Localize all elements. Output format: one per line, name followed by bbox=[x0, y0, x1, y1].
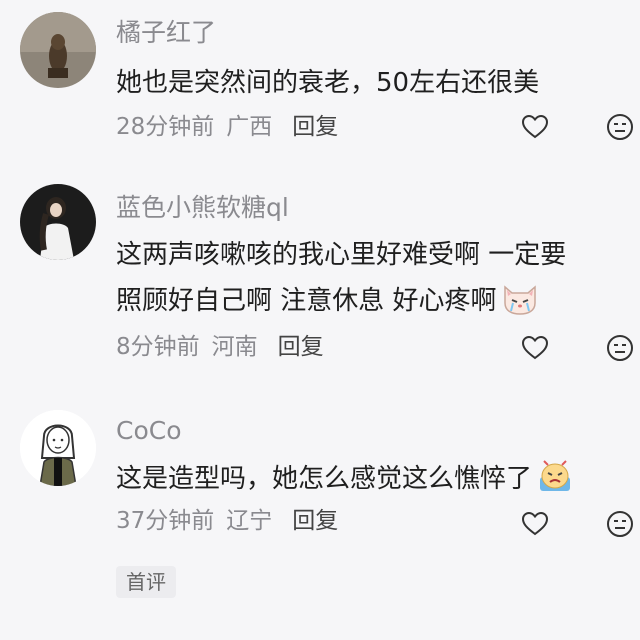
comment-text: 她也是突然间的衰老，50左右还很美 bbox=[116, 60, 616, 106]
comment-meta: 28分钟前 广西 回复 bbox=[116, 116, 350, 139]
crying-cat-emoji bbox=[503, 285, 536, 315]
heart-icon[interactable] bbox=[521, 113, 549, 141]
comment-line: 这两声咳嗽咳的我心里好难受啊 一定要 bbox=[116, 240, 567, 270]
heart-icon[interactable] bbox=[521, 334, 549, 362]
comment-line: 她也是突然间的衰老，50左右还很美 bbox=[116, 68, 540, 98]
neutral-face-icon[interactable] bbox=[606, 113, 634, 141]
comment-meta: 37分钟前 辽宁 回复 bbox=[116, 510, 350, 533]
username[interactable]: CoCo bbox=[116, 418, 182, 443]
reply-button[interactable]: 回复 bbox=[292, 114, 338, 140]
username[interactable]: 蓝色小熊软糖ql bbox=[116, 195, 289, 220]
neutral-face-icon[interactable] bbox=[606, 510, 634, 538]
comment-line-with-emoji: 照顾好自己啊 注意休息 好心疼啊 bbox=[116, 278, 616, 324]
comment-meta: 8分钟前 河南 回复 bbox=[116, 336, 336, 359]
comment-location: 辽宁 bbox=[226, 508, 273, 534]
comment-line: 这是造型吗，她怎么感觉这么憔悴了 bbox=[116, 464, 533, 494]
comment-time: 28分钟前 bbox=[116, 114, 215, 140]
comment-location: 河南 bbox=[211, 334, 258, 360]
neutral-face-icon[interactable] bbox=[606, 334, 634, 362]
sad-face-emoji bbox=[540, 460, 571, 491]
comment-location: 广西 bbox=[226, 114, 273, 140]
avatar[interactable] bbox=[20, 12, 96, 88]
avatar[interactable] bbox=[20, 410, 96, 486]
comment-text: 这两声咳嗽咳的我心里好难受啊 一定要 照顾好自己啊 注意休息 好心疼啊 bbox=[116, 232, 616, 324]
first-comment-badge: 首评 bbox=[116, 566, 176, 598]
avatar[interactable] bbox=[20, 184, 96, 260]
comment-line: 照顾好自己啊 注意休息 好心疼啊 bbox=[116, 286, 497, 316]
comment-time: 37分钟前 bbox=[116, 508, 215, 534]
heart-icon[interactable] bbox=[521, 510, 549, 538]
reply-button[interactable]: 回复 bbox=[278, 334, 324, 360]
comment-time: 8分钟前 bbox=[116, 334, 200, 360]
username[interactable]: 橘子红了 bbox=[116, 20, 216, 45]
comment-line-with-emoji: 这是造型吗，她怎么感觉这么憔悴了 bbox=[116, 456, 616, 502]
reply-button[interactable]: 回复 bbox=[292, 508, 338, 534]
comment-text: 这是造型吗，她怎么感觉这么憔悴了 bbox=[116, 456, 616, 502]
